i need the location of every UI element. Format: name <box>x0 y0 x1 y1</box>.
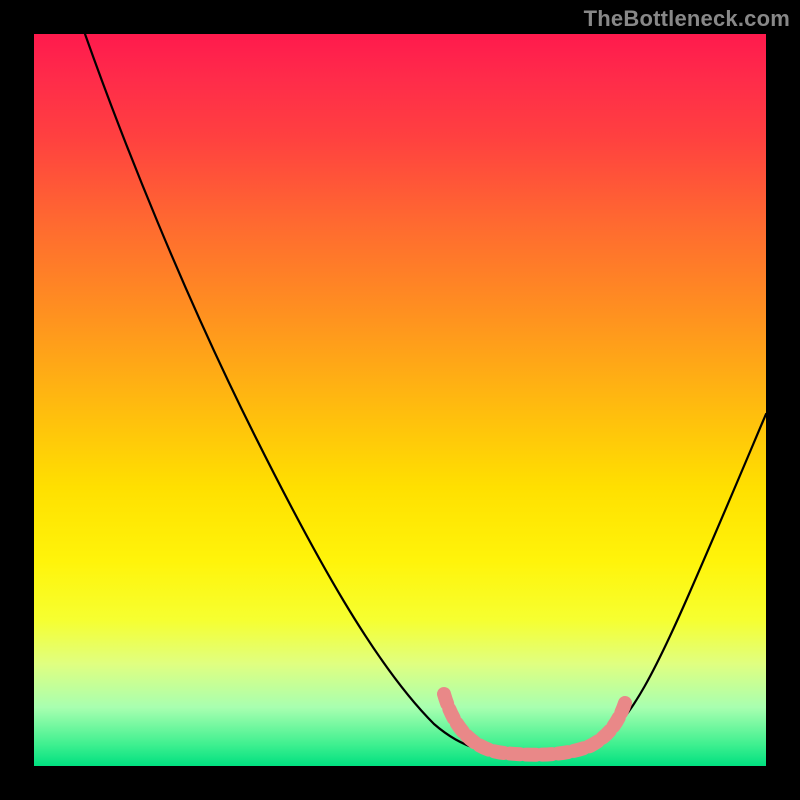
series-highlight-band <box>444 694 626 755</box>
watermark-text: TheBottleneck.com <box>584 6 790 32</box>
chart-plot-area <box>34 34 766 766</box>
chart-overlay <box>34 34 766 766</box>
series-main-curve <box>85 34 766 754</box>
chart-frame: TheBottleneck.com <box>0 0 800 800</box>
